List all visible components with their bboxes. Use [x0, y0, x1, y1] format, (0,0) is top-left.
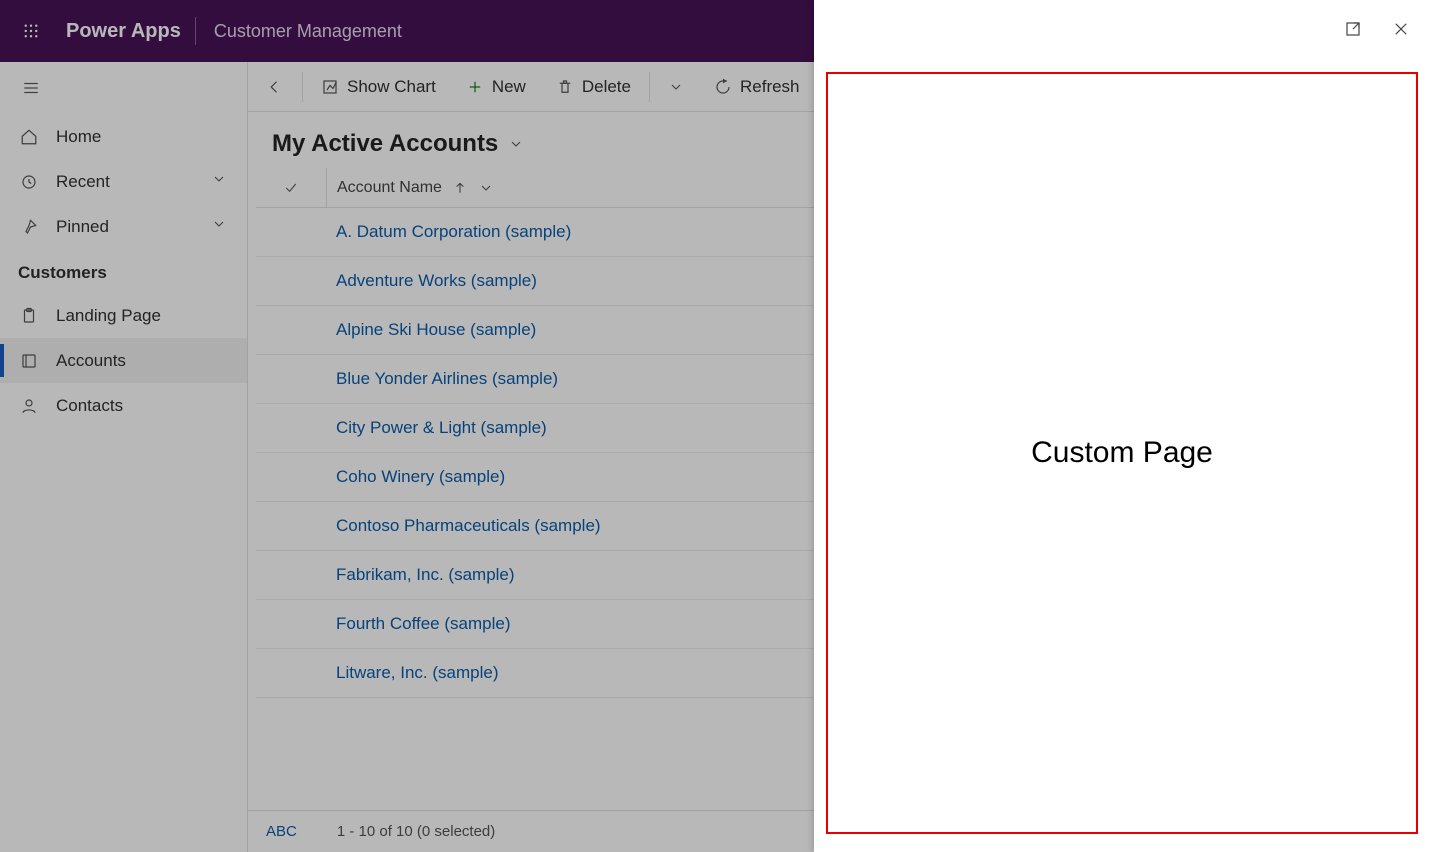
- panel-expand-button[interactable]: [1338, 14, 1368, 49]
- custom-page-placeholder: Custom Page: [1031, 436, 1213, 470]
- side-panel: Custom Page: [814, 0, 1430, 852]
- panel-close-button[interactable]: [1386, 14, 1416, 49]
- panel-header: [814, 0, 1430, 62]
- close-icon: [1392, 20, 1410, 38]
- expand-icon: [1344, 20, 1362, 38]
- app-root: Power Apps Customer Management Home Rece…: [0, 0, 1430, 852]
- panel-body: Custom Page: [826, 72, 1418, 834]
